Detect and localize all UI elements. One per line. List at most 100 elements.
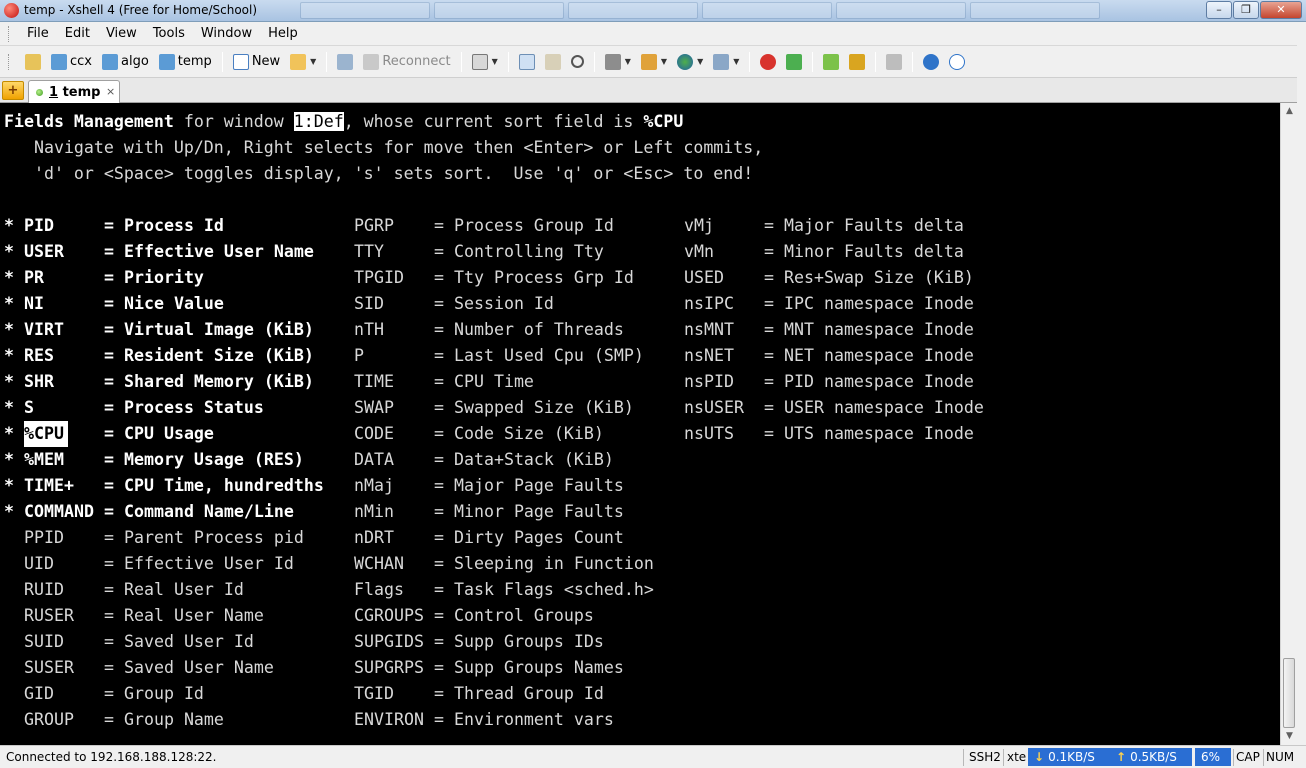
help-line: Navigate with Up/Dn, Right selects for m… (4, 138, 764, 157)
field-name: TIME (354, 372, 394, 391)
close-icon[interactable]: × (106, 85, 115, 98)
keyboard-icon (886, 53, 903, 70)
menu-file[interactable]: File (19, 26, 57, 41)
tab-temp[interactable]: 1 temp × (28, 80, 120, 103)
field-description: Thread Group Id (454, 684, 604, 703)
field-name: nsMNT (684, 320, 734, 339)
field-active-marker: * (4, 398, 14, 417)
equals-sign: = (104, 346, 114, 365)
fields-header: Fields Management for window 1:Def, whos… (4, 109, 683, 135)
equals-sign: = (434, 398, 444, 417)
field-name: TGID (354, 684, 394, 703)
lock-button[interactable] (845, 50, 869, 74)
field-active-marker: * (4, 450, 14, 469)
equals-sign: = (104, 632, 114, 651)
open-folder-button[interactable]: ▼ (286, 50, 320, 74)
field-name: SID (354, 294, 384, 313)
field-name: nMin (354, 502, 394, 521)
paste-button[interactable] (541, 50, 565, 74)
properties-button[interactable]: ▼ (468, 50, 502, 74)
scroll-up-icon[interactable]: ▲ (1281, 103, 1298, 120)
scrollbar-thumb[interactable] (1283, 658, 1295, 728)
transfer-icon (640, 53, 657, 70)
field-name: CGROUPS (354, 606, 424, 625)
window-title: temp - Xshell 4 (Free for Home/School) (24, 3, 258, 17)
copy-button[interactable] (515, 50, 539, 74)
session-algo-button[interactable]: algo (98, 50, 153, 74)
scroll-down-icon[interactable]: ▼ (1281, 728, 1298, 745)
equals-sign: = (434, 554, 444, 573)
field-description: Effective User Name (124, 242, 314, 261)
sessions-manager-button[interactable] (21, 50, 45, 74)
field-name: COMMAND (24, 502, 94, 521)
new-session-button[interactable]: New (229, 50, 284, 74)
cpu-usage: 6% (1195, 748, 1231, 766)
chevron-down-icon: ▼ (697, 57, 704, 66)
layout-button[interactable] (819, 50, 843, 74)
field-description: Code Size (KiB) (454, 424, 604, 443)
xftp-button[interactable] (756, 50, 780, 74)
field-description: Major Faults delta (784, 216, 964, 235)
transfer-button[interactable]: ▼ (637, 50, 671, 74)
field-active-marker: * (4, 320, 14, 339)
tab-bar: + 1 temp × (0, 78, 1306, 103)
field-description: Minor Page Faults (454, 502, 624, 521)
field-name: TIME+ (24, 476, 74, 495)
script-button[interactable]: ▼ (709, 50, 743, 74)
session-temp-button[interactable]: temp (155, 50, 216, 74)
equals-sign: = (764, 242, 774, 261)
upload-value: 0.5KB/S (1130, 750, 1177, 764)
equals-sign: = (104, 710, 114, 729)
field-description: Process Group Id (454, 216, 614, 235)
reconnect-button[interactable]: Reconnect (359, 50, 454, 74)
terminal-type: xte (1007, 750, 1027, 764)
field-name: RES (24, 346, 54, 365)
field-description: Group Name (124, 710, 224, 729)
field-name: PPID (24, 528, 64, 547)
field-description: Environment vars (454, 710, 614, 729)
print-button[interactable]: ▼ (601, 50, 635, 74)
minimize-button[interactable]: – (1206, 1, 1232, 19)
header-title: Fields Management (4, 112, 174, 131)
find-button[interactable] (567, 50, 588, 74)
equals-sign: = (434, 268, 444, 287)
field-description: Real User Id (124, 580, 244, 599)
field-description: Data+Stack (KiB) (454, 450, 614, 469)
chevron-down-icon: ▼ (310, 57, 317, 66)
close-button[interactable]: ✕ (1260, 1, 1302, 19)
equals-sign: = (764, 372, 774, 391)
window-border (1297, 22, 1306, 745)
menu-tools[interactable]: Tools (145, 26, 193, 41)
equals-sign: = (104, 502, 114, 521)
menu-window[interactable]: Window (193, 26, 260, 41)
terminal-screen[interactable]: Fields Management for window 1:Def, whos… (0, 103, 1280, 745)
toolbar-separator (912, 51, 914, 72)
lock-icon (849, 53, 866, 70)
connect-button[interactable] (333, 50, 357, 74)
xmanager-button[interactable] (782, 50, 806, 74)
field-name: nsUSER (684, 398, 744, 417)
menu-edit[interactable]: Edit (57, 26, 98, 41)
help-button[interactable] (919, 50, 943, 74)
chat-button[interactable] (945, 50, 969, 74)
vertical-scrollbar[interactable]: ▲ ▼ (1280, 103, 1297, 745)
field-name: P (354, 346, 364, 365)
add-tab-button[interactable]: + (2, 81, 24, 100)
xshell-app-icon[interactable] (4, 3, 19, 18)
equals-sign: = (434, 502, 444, 521)
keyboard-button[interactable] (882, 50, 906, 74)
field-name: WCHAN (354, 554, 404, 573)
field-name: TTY (354, 242, 384, 261)
protocol-status: SSH2 (969, 750, 1001, 764)
equals-sign: = (434, 476, 444, 495)
num-lock-indicator: NUM (1266, 750, 1295, 764)
field-name: PID (24, 216, 54, 235)
restore-button[interactable]: ❐ (1233, 1, 1259, 19)
encoding-button[interactable]: ▼ (673, 50, 707, 74)
field-description: Saved User Id (124, 632, 254, 651)
menu-help[interactable]: Help (260, 26, 306, 41)
help-icon (923, 53, 940, 70)
field-description: IPC namespace Inode (784, 294, 974, 313)
session-ccx-button[interactable]: ccx (47, 50, 96, 74)
menu-view[interactable]: View (98, 26, 145, 41)
